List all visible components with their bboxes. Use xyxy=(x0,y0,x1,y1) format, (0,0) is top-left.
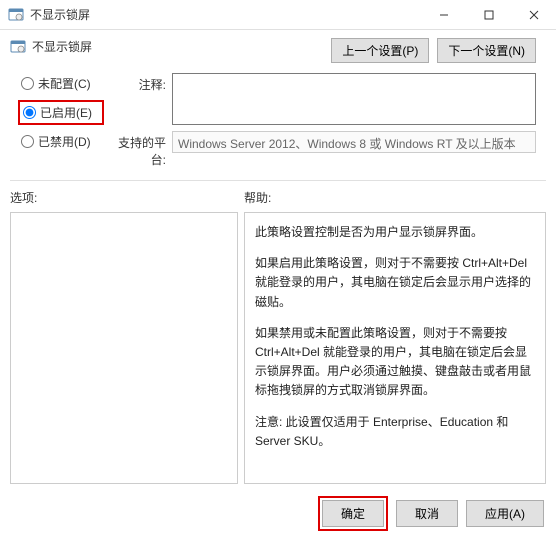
ok-highlight: 确定 xyxy=(318,496,388,531)
options-label: 选项: xyxy=(10,189,244,206)
radio-enabled-input[interactable] xyxy=(23,106,36,119)
radio-enabled[interactable]: 已启用(E) xyxy=(18,100,104,125)
footer: 确定 取消 应用(A) xyxy=(0,490,556,539)
maximize-button[interactable] xyxy=(466,0,511,30)
section-labels: 选项: 帮助: xyxy=(0,187,556,208)
radio-not-configured[interactable]: 未配置(C) xyxy=(18,73,104,94)
policy-name: 不显示锁屏 xyxy=(32,38,323,55)
radio-enabled-label: 已启用(E) xyxy=(40,104,92,121)
help-label: 帮助: xyxy=(244,189,271,206)
radio-disabled-input[interactable] xyxy=(21,135,34,148)
header: 不显示锁屏 上一个设置(P) 下一个设置(N) xyxy=(0,30,556,67)
policy-icon xyxy=(8,7,24,23)
next-setting-button[interactable]: 下一个设置(N) xyxy=(437,38,536,63)
config-section: 未配置(C) 已启用(E) 已禁用(D) 注释: 支持的平台: Windows … xyxy=(0,67,556,174)
radio-not-configured-label: 未配置(C) xyxy=(38,75,91,92)
apply-button[interactable]: 应用(A) xyxy=(466,500,544,527)
platform-value: Windows Server 2012、Windows 8 或 Windows … xyxy=(172,131,536,153)
prev-setting-button[interactable]: 上一个设置(P) xyxy=(331,38,429,63)
window-title: 不显示锁屏 xyxy=(30,6,421,23)
help-text: 如果禁用或未配置此策略设置，则对于不需要按 Ctrl+Alt+Del 就能登录的… xyxy=(255,324,535,401)
close-button[interactable] xyxy=(511,0,556,30)
platform-label: 支持的平台: xyxy=(104,131,172,168)
minimize-button[interactable] xyxy=(421,0,466,30)
ok-button[interactable]: 确定 xyxy=(322,500,384,527)
radio-disabled[interactable]: 已禁用(D) xyxy=(18,131,104,152)
comment-input[interactable] xyxy=(172,73,536,125)
radio-not-configured-input[interactable] xyxy=(21,77,34,90)
titlebar: 不显示锁屏 xyxy=(0,0,556,30)
comment-label: 注释: xyxy=(104,73,172,125)
help-pane: 此策略设置控制是否为用户显示锁屏界面。 如果启用此策略设置，则对于不需要按 Ct… xyxy=(244,212,546,484)
state-radios: 未配置(C) 已启用(E) 已禁用(D) xyxy=(18,73,104,174)
cancel-button[interactable]: 取消 xyxy=(396,500,458,527)
help-text: 注意: 此设置仅适用于 Enterprise、Education 和 Serve… xyxy=(255,413,535,451)
help-text: 如果启用此策略设置，则对于不需要按 Ctrl+Alt+Del 就能登录的用户，其… xyxy=(255,254,535,312)
divider xyxy=(10,180,546,181)
policy-icon xyxy=(10,39,26,55)
help-text: 此策略设置控制是否为用户显示锁屏界面。 xyxy=(255,223,535,242)
radio-disabled-label: 已禁用(D) xyxy=(38,133,91,150)
options-pane xyxy=(10,212,238,484)
